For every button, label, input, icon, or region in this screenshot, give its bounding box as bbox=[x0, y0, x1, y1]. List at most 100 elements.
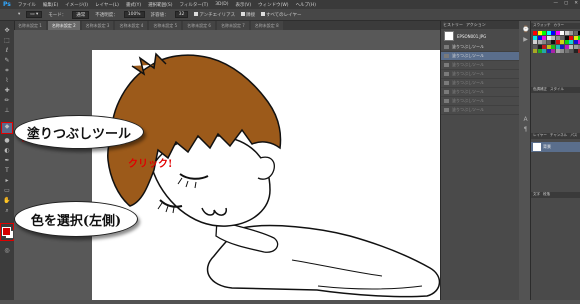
contiguous-checkbox[interactable]: 隣接 bbox=[241, 12, 255, 18]
swatch-cell[interactable] bbox=[533, 49, 537, 53]
menu-layer[interactable]: レイヤー(L) bbox=[95, 2, 119, 8]
swatch-cell[interactable] bbox=[573, 49, 578, 53]
photoshop-icon[interactable]: Ps bbox=[3, 1, 11, 8]
swatch-cell[interactable] bbox=[533, 44, 537, 49]
menu-filter[interactable]: フィルター(T) bbox=[180, 2, 209, 8]
swatch-cell[interactable] bbox=[555, 49, 560, 53]
history-state[interactable]: 塗りつぶしツール bbox=[441, 43, 519, 52]
swatch-cell[interactable] bbox=[546, 35, 551, 40]
swatch-cell[interactable] bbox=[542, 49, 546, 53]
swatch-cell[interactable] bbox=[537, 31, 542, 35]
tab-channels[interactable]: チャンネル bbox=[550, 133, 567, 139]
menu-window[interactable]: ウィンドウ(W) bbox=[258, 2, 288, 8]
swatch-cell[interactable] bbox=[573, 44, 578, 49]
zoom-tool-icon[interactable]: ⌕ bbox=[3, 207, 11, 215]
swatch-cell[interactable] bbox=[560, 31, 564, 35]
swatch-cell[interactable] bbox=[537, 44, 542, 49]
tab-color[interactable]: カラー bbox=[554, 23, 565, 29]
swatch-cell[interactable] bbox=[551, 40, 555, 44]
menu-3d[interactable]: 3D(D) bbox=[215, 2, 228, 7]
swatch-cell[interactable] bbox=[560, 49, 564, 53]
document-tab-active[interactable]: 名称未設定 2 bbox=[47, 21, 80, 30]
swatch-cell[interactable] bbox=[564, 31, 569, 35]
tab-history[interactable]: ヒストリー bbox=[443, 22, 463, 28]
swatch-cell[interactable] bbox=[564, 44, 569, 49]
document-tab[interactable]: 名称未設定 7 bbox=[216, 21, 249, 30]
menu-type[interactable]: 書式(Y) bbox=[126, 2, 141, 8]
swatch-cell[interactable] bbox=[555, 35, 560, 40]
close-icon[interactable]: ✕ bbox=[574, 1, 578, 6]
history-state-selected[interactable]: 塗りつぶしツール bbox=[441, 52, 519, 61]
swatch-cell[interactable] bbox=[569, 40, 573, 44]
actions-panel-icon[interactable]: ▶ bbox=[522, 36, 529, 43]
quick-mask-icon[interactable]: ◎ bbox=[3, 247, 11, 255]
swatch-cell[interactable] bbox=[569, 35, 573, 40]
swatch-cell[interactable] bbox=[546, 44, 551, 49]
history-snapshot[interactable]: EPSON001.JPG bbox=[441, 29, 519, 43]
tab-paths[interactable]: パス bbox=[570, 133, 577, 139]
menu-file[interactable]: ファイル bbox=[18, 2, 36, 8]
swatch-cell[interactable] bbox=[533, 35, 537, 40]
tab-adjustments[interactable]: 色調補正 bbox=[533, 87, 547, 93]
shape-tool-icon[interactable]: ▭ bbox=[3, 187, 11, 195]
history-panel-icon[interactable]: ⌚ bbox=[522, 26, 529, 33]
menu-help[interactable]: ヘルプ(H) bbox=[296, 2, 316, 8]
history-state[interactable]: 塗りつぶしツール bbox=[441, 106, 519, 115]
character-panel-icon[interactable]: A bbox=[522, 116, 529, 123]
tab-styles[interactable]: スタイル bbox=[550, 87, 564, 93]
menu-view[interactable]: 表示(V) bbox=[236, 2, 252, 8]
layer-row[interactable]: 背景 bbox=[531, 142, 580, 152]
swatch-cell[interactable] bbox=[555, 31, 560, 35]
tab-swatches[interactable]: スウォッチ bbox=[533, 23, 551, 29]
hand-tool-icon[interactable]: ✋ bbox=[3, 197, 11, 205]
swatch-cell[interactable] bbox=[569, 49, 573, 53]
swatch-cell[interactable] bbox=[573, 35, 578, 40]
swatch-cell[interactable] bbox=[551, 44, 555, 49]
swatch-cell[interactable] bbox=[546, 49, 551, 53]
swatch-cell[interactable] bbox=[560, 35, 564, 40]
swatch-cell[interactable] bbox=[573, 40, 578, 44]
swatch-cell[interactable] bbox=[551, 35, 555, 40]
swatches-grid[interactable] bbox=[531, 29, 580, 55]
minimize-icon[interactable]: — bbox=[553, 1, 558, 6]
maximize-icon[interactable]: ▢ bbox=[564, 1, 568, 6]
swatch-cell[interactable] bbox=[537, 49, 542, 53]
document-tab[interactable]: 名称未設定 5 bbox=[149, 21, 182, 30]
history-state[interactable]: 塗りつぶしツール bbox=[441, 79, 519, 88]
swatch-cell[interactable] bbox=[564, 35, 569, 40]
history-state[interactable]: 塗りつぶしツール bbox=[441, 97, 519, 106]
swatch-cell[interactable] bbox=[542, 35, 546, 40]
document-tab[interactable]: 名称未設定 4 bbox=[115, 21, 148, 30]
all-layers-checkbox[interactable]: すべてのレイヤー bbox=[261, 12, 302, 18]
swatch-cell[interactable] bbox=[546, 31, 551, 35]
document-tab[interactable]: 名称未設定 6 bbox=[183, 21, 215, 30]
swatch-cell[interactable] bbox=[537, 40, 542, 44]
swatch-cell[interactable] bbox=[560, 40, 564, 44]
swatch-cell[interactable] bbox=[537, 35, 542, 40]
swatch-cell[interactable] bbox=[573, 31, 578, 35]
tab-layers[interactable]: レイヤー bbox=[533, 133, 547, 139]
history-state[interactable]: 塗りつぶしツール bbox=[441, 88, 519, 97]
swatch-cell[interactable] bbox=[533, 40, 537, 44]
tab-actions[interactable]: アクション bbox=[466, 22, 486, 28]
swatch-cell[interactable] bbox=[555, 44, 560, 49]
swatch-cell[interactable] bbox=[533, 31, 537, 35]
swatch-cell[interactable] bbox=[542, 40, 546, 44]
swatch-cell[interactable] bbox=[569, 31, 573, 35]
history-state[interactable]: 塗りつぶしツール bbox=[441, 70, 519, 79]
tab-paragraph[interactable]: 段落 bbox=[543, 192, 550, 198]
swatch-cell[interactable] bbox=[551, 31, 555, 35]
paragraph-panel-icon[interactable]: ¶ bbox=[522, 126, 529, 133]
menu-image[interactable]: イメージ(I) bbox=[65, 2, 88, 8]
swatch-cell[interactable] bbox=[542, 44, 546, 49]
history-state[interactable]: 塗りつぶしツール bbox=[441, 61, 519, 70]
opacity-input[interactable]: 100% bbox=[123, 11, 145, 18]
swatch-cell[interactable] bbox=[564, 40, 569, 44]
swatch-cell[interactable] bbox=[542, 31, 546, 35]
tolerance-input[interactable]: 32 bbox=[174, 11, 189, 18]
menu-select[interactable]: 選択範囲(S) bbox=[148, 2, 172, 8]
mode-select[interactable]: 通常 bbox=[72, 10, 90, 19]
tab-character[interactable]: 文字 bbox=[533, 192, 540, 198]
swatch-cell[interactable] bbox=[564, 49, 569, 53]
swatch-cell[interactable] bbox=[555, 40, 560, 44]
